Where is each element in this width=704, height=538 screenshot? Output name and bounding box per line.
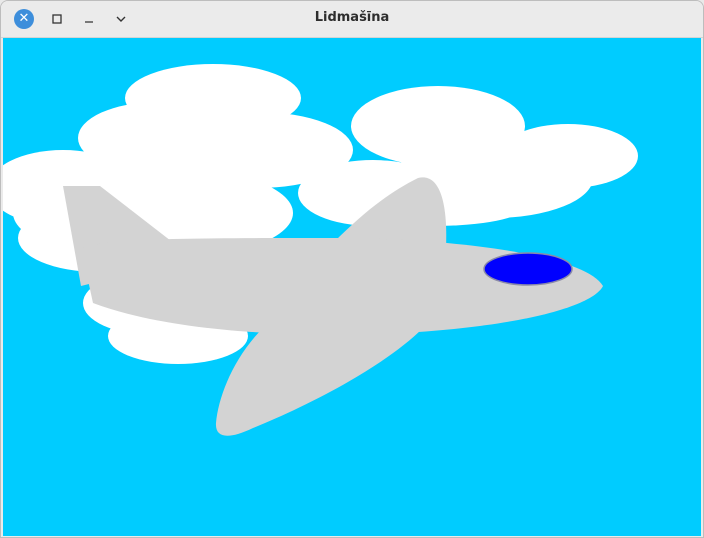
window-title: Lidmašīna <box>314 10 390 25</box>
scene-svg <box>3 38 701 536</box>
cockpit-window <box>483 252 573 286</box>
app-window: ✕ Lidmašīna <box>0 0 704 538</box>
drawing-canvas <box>3 38 701 536</box>
title-bar[interactable]: ✕ Lidmašīna <box>1 1 703 38</box>
